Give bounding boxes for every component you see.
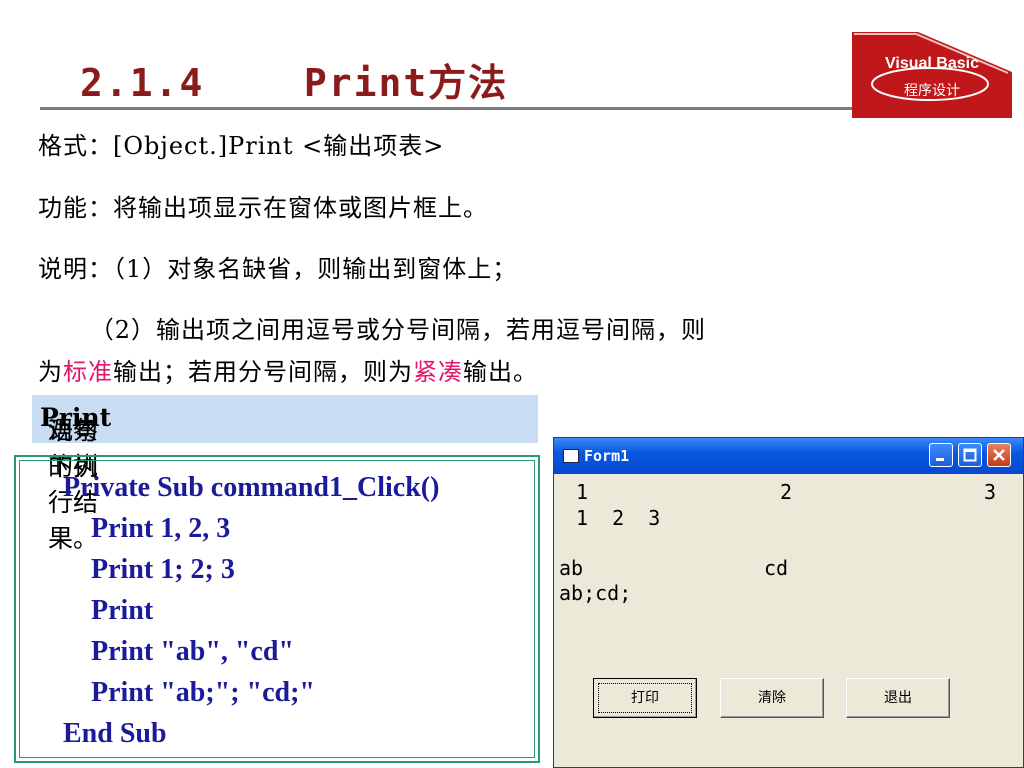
logo-badge-shape bbox=[852, 32, 1012, 118]
observe-callout: 观察下列 Print 语句的执行结果。 bbox=[32, 395, 538, 553]
keyword-compact: 紧凑 bbox=[413, 358, 463, 386]
minimize-button[interactable] bbox=[929, 443, 953, 467]
output-text: ab;cd; bbox=[559, 581, 632, 605]
form-titlebar[interactable]: Form1 bbox=[554, 438, 1023, 474]
output-text: 2 bbox=[780, 480, 793, 504]
code-line: Print 1, 2, 3 bbox=[63, 513, 231, 544]
note-text: 输出。 bbox=[463, 358, 538, 386]
code-line: Print "ab;"; "cd;" bbox=[63, 677, 315, 708]
code-line: End Sub bbox=[63, 718, 167, 749]
code-box: Private Sub command1_Click() Print 1, 2,… bbox=[14, 455, 540, 763]
observe-text: 观察下列 Print 语句的执行结果。 bbox=[40, 403, 112, 553]
logo-text: Visual Basic bbox=[885, 55, 979, 72]
output-text: 1 bbox=[576, 480, 589, 504]
form-window: Form1 1 2 3 1 2 3 ab cd ab;cd; 打印 清除 退出 bbox=[553, 437, 1024, 768]
close-button[interactable] bbox=[987, 443, 1011, 467]
function-line: 功能：将输出项显示在窗体或图片框上。 bbox=[38, 194, 488, 222]
maximize-button[interactable] bbox=[958, 443, 982, 467]
form-icon bbox=[563, 449, 579, 463]
logo-subtext: 程序设计 bbox=[904, 83, 960, 99]
code-line: Print "ab", "cd" bbox=[63, 636, 294, 667]
format-line: 格式：[Object.]Print <输出项表> bbox=[38, 132, 445, 160]
note-text: 输出；若用分号间隔，则为 bbox=[113, 358, 413, 386]
note-line-1: 说明：（1）对象名缺省，则输出到窗体上； bbox=[38, 255, 518, 283]
clear-button[interactable]: 清除 bbox=[720, 678, 824, 718]
vb-logo: Visual Basic 程序设计 bbox=[852, 32, 1012, 118]
form-title: Form1 bbox=[584, 447, 630, 465]
output-text: ab bbox=[559, 556, 584, 580]
print-button[interactable]: 打印 bbox=[593, 678, 697, 718]
keyword-standard: 标准 bbox=[63, 358, 113, 386]
title-divider bbox=[40, 107, 852, 110]
note-line-2: （2）输出项之间用逗号或分号间隔，若用逗号间隔，则 bbox=[38, 316, 707, 344]
close-icon bbox=[993, 449, 1005, 461]
minimize-icon bbox=[936, 458, 944, 461]
output-text: 1 2 3 bbox=[576, 506, 661, 530]
form-client-area: 1 2 3 1 2 3 ab cd ab;cd; 打印 清除 退出 bbox=[558, 474, 1019, 765]
code-line: Print bbox=[63, 595, 154, 626]
note-line-3: 为标准输出；若用分号间隔，则为紧凑输出。 bbox=[38, 357, 538, 387]
output-text: 3 bbox=[984, 480, 997, 504]
slide-title: 2.1.4 Print方法 bbox=[80, 61, 509, 105]
code-line: Private Sub command1_Click() bbox=[63, 472, 440, 503]
note-text: 为 bbox=[38, 358, 63, 386]
exit-button[interactable]: 退出 bbox=[846, 678, 950, 718]
output-text: cd bbox=[764, 556, 789, 580]
code-line: Print 1; 2; 3 bbox=[63, 554, 235, 585]
maximize-icon bbox=[963, 448, 977, 462]
